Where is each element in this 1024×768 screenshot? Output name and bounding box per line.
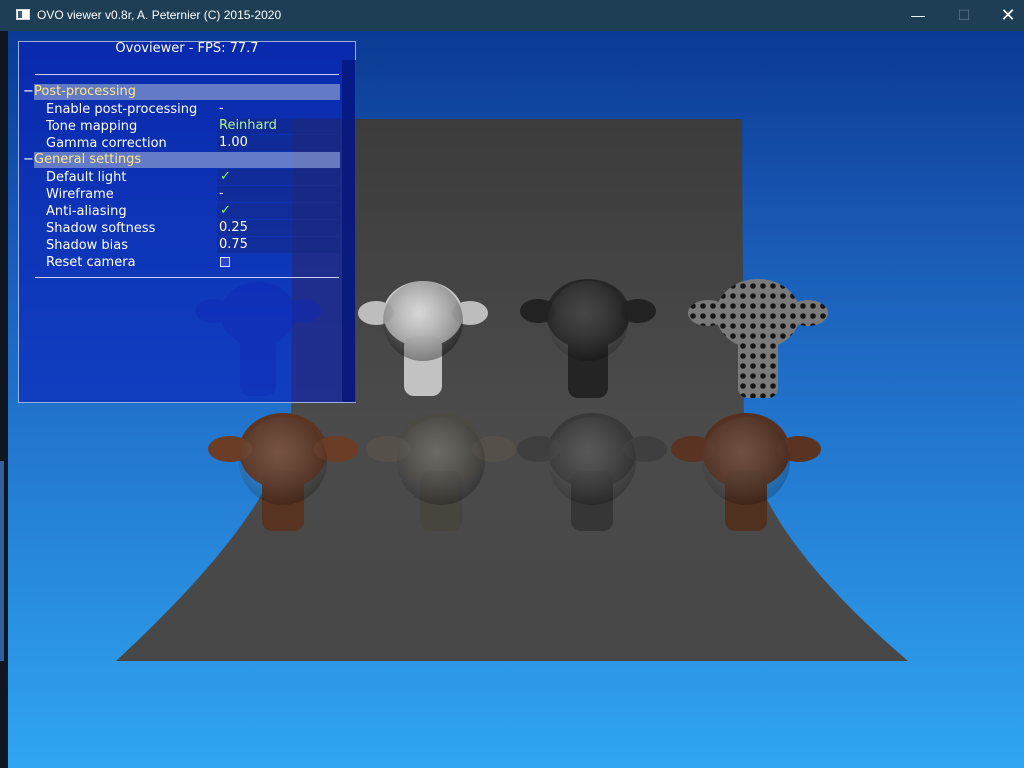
separator-top: [35, 74, 339, 75]
separator-bottom: [35, 277, 339, 278]
row-shadow-bias[interactable]: Shadow bias 0.75: [20, 237, 340, 254]
close-button[interactable]: ✕: [985, 0, 1024, 31]
setting-label: Reset camera: [46, 255, 136, 270]
left-window-edge: [0, 31, 8, 768]
setting-label: Default light: [46, 170, 127, 185]
setting-label: Shadow softness: [46, 221, 156, 236]
setting-label: Wireframe: [46, 187, 114, 202]
row-gamma-correction[interactable]: Gamma correction 1.00: [20, 135, 340, 152]
wireframe-toggle[interactable]: -: [217, 186, 340, 202]
anti-aliasing-checkbox[interactable]: ✓: [217, 203, 340, 219]
shadow-bias-slider[interactable]: 0.75: [217, 237, 340, 253]
enable-post-processing-toggle[interactable]: -: [217, 101, 340, 117]
title-bar[interactable]: OVO viewer v0.8r, A. Peternier (C) 2015-…: [0, 0, 1024, 31]
setting-label: Shadow bias: [46, 238, 129, 253]
section-general-settings[interactable]: − General settings: [20, 152, 340, 168]
row-enable-post-processing[interactable]: Enable post-processing -: [20, 101, 340, 118]
row-default-light[interactable]: Default light ✓: [20, 169, 340, 186]
section-header-general-settings[interactable]: General settings: [34, 152, 340, 168]
window-title: OVO viewer v0.8r, A. Peternier (C) 2015-…: [37, 8, 282, 22]
setting-label: Anti-aliasing: [46, 204, 127, 219]
tone-mapping-select[interactable]: Reinhard: [217, 118, 340, 134]
reset-camera-control[interactable]: [217, 254, 340, 270]
row-reset-camera[interactable]: Reset camera: [20, 254, 340, 271]
setting-label: Tone mapping: [46, 119, 138, 134]
setting-label: Gamma correction: [46, 136, 167, 151]
app-window: OVO viewer v0.8r, A. Peternier (C) 2015-…: [0, 0, 1024, 768]
minimize-button[interactable]: —: [895, 0, 941, 31]
setting-label: Enable post-processing: [46, 102, 198, 117]
section-post-processing[interactable]: − Post-processing: [20, 84, 340, 100]
maximize-button[interactable]: ☐: [941, 0, 987, 31]
panel-scrollbar[interactable]: [342, 60, 356, 402]
settings-panel: Ovoviewer - FPS: 77.7 − Post-processing …: [18, 41, 356, 403]
row-shadow-softness[interactable]: Shadow softness 0.25: [20, 220, 340, 237]
panel-title: Ovoviewer - FPS: 77.7: [115, 41, 259, 56]
app-icon: [16, 9, 30, 20]
shadow-softness-slider[interactable]: 0.25: [217, 220, 340, 236]
row-anti-aliasing[interactable]: Anti-aliasing ✓: [20, 203, 340, 220]
section-header-post-processing[interactable]: Post-processing: [34, 84, 340, 100]
reset-camera-button[interactable]: [220, 257, 230, 267]
gamma-correction-slider[interactable]: 1.00: [217, 135, 340, 151]
left-edge-strip: [0, 461, 4, 661]
row-wireframe[interactable]: Wireframe -: [20, 186, 340, 203]
row-tone-mapping[interactable]: Tone mapping Reinhard: [20, 118, 340, 135]
default-light-checkbox[interactable]: ✓: [217, 169, 340, 185]
